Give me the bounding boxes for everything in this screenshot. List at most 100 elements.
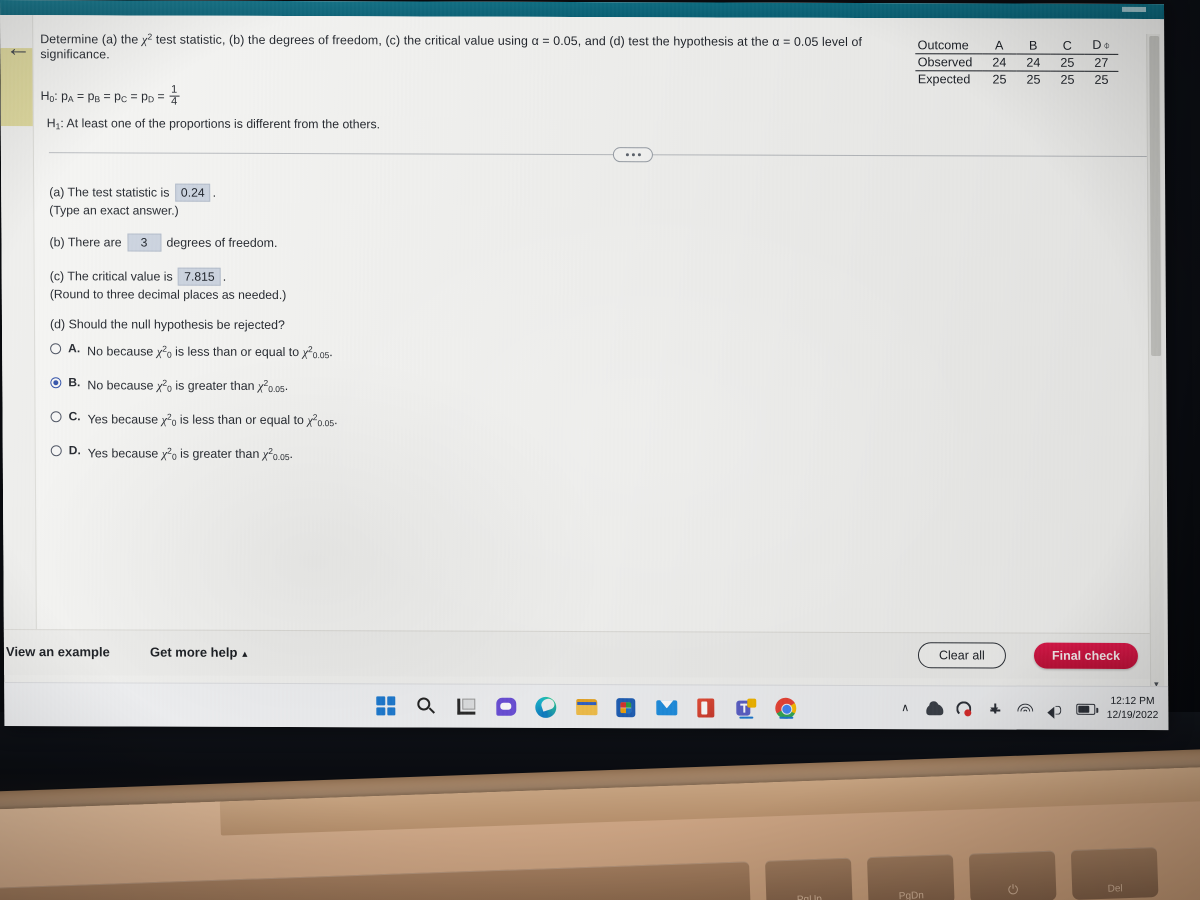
- section-divider: [48, 152, 1147, 158]
- clock-time: 12:12 PM: [1110, 695, 1155, 708]
- part-c-input[interactable]: 7.815: [178, 267, 221, 286]
- exercise-action-bar: View an example Get more help ▲ Clear all…: [3, 629, 1165, 680]
- mail-icon: [656, 700, 678, 716]
- store-icon: [616, 698, 636, 718]
- teams-button[interactable]: [734, 696, 758, 720]
- download-icon[interactable]: [987, 700, 1004, 717]
- edge-button[interactable]: [534, 695, 558, 719]
- part-a-line: (a) The test statistic is 0.24.: [49, 183, 217, 202]
- radio-b[interactable]: [50, 376, 62, 388]
- left-rail: [0, 15, 38, 661]
- part-a-note: (Type an exact answer.): [49, 203, 179, 218]
- task-view-button[interactable]: [454, 695, 478, 719]
- choice-d-text: Yes because χ20 is greater than χ20.05.: [87, 445, 294, 463]
- part-c-label: (c) The critical value is: [49, 269, 173, 284]
- radio-d[interactable]: [50, 444, 62, 456]
- key-pgdn[interactable]: PgDn: [866, 854, 955, 900]
- table-header-row: Outcome A B C D ⌽: [915, 36, 1119, 55]
- office-button[interactable]: [694, 695, 718, 719]
- choice-c-label: C.: [68, 409, 81, 424]
- chrome-active-indicator: [779, 716, 794, 719]
- choice-a-text: No because χ20 is less than or equal to …: [87, 343, 333, 361]
- part-d-question: (d) Should the null hypothesis be reject…: [49, 317, 285, 333]
- table-col-b: B: [1016, 36, 1051, 55]
- radio-c[interactable]: [50, 410, 62, 422]
- more-options-button[interactable]: [612, 147, 653, 163]
- expected-d: 25: [1094, 72, 1109, 87]
- choice-b-text: No because χ20 is greater than χ20.05.: [87, 377, 289, 395]
- observed-d: 27: [1084, 54, 1119, 72]
- start-button[interactable]: [374, 694, 398, 718]
- choice-a-label: A.: [68, 341, 81, 356]
- choice-option-b[interactable]: B. No because χ20 is greater than χ20.05…: [50, 375, 750, 395]
- teams-active-indicator: [739, 716, 754, 719]
- chat-icon: [496, 697, 517, 716]
- table-col-d: D ⌽: [1084, 36, 1119, 55]
- part-b-input[interactable]: 3: [126, 233, 162, 252]
- view-an-example-link[interactable]: View an example: [6, 644, 110, 659]
- get-more-help-link[interactable]: Get more help ▲: [150, 645, 249, 660]
- part-b-label: (b) There are: [49, 235, 122, 250]
- expected-a: 25: [992, 72, 1007, 87]
- system-tray: ∧ 12:12 PM 12/19/2022: [897, 686, 1159, 730]
- part-c-note: (Round to three decimal places as needed…: [49, 287, 287, 303]
- expected-b: 25: [1026, 72, 1041, 87]
- chrome-button[interactable]: [774, 696, 798, 720]
- key-pgup[interactable]: PgUp: [765, 857, 853, 900]
- radio-a[interactable]: [50, 342, 62, 354]
- part-c-line: (c) The critical value is 7.815.: [49, 267, 227, 286]
- laptop-screen: ← Determine (a) the χ2 test statistic, (…: [0, 0, 1169, 731]
- tray-expand-chevron-icon[interactable]: ∧: [897, 700, 914, 717]
- store-button[interactable]: [614, 695, 638, 719]
- choice-b-label: B.: [68, 375, 81, 390]
- wifi-icon[interactable]: [1017, 700, 1034, 717]
- teams-icon: [736, 698, 757, 718]
- taskbar-icon-group: [374, 684, 798, 729]
- choice-option-d[interactable]: D. Yes because χ20 is greater than χ20.0…: [50, 443, 751, 463]
- caret-up-icon: ▲: [240, 648, 250, 659]
- answer-section: (a) The test statistic is 0.24. (Type an…: [49, 183, 751, 481]
- battery-icon[interactable]: [1076, 700, 1096, 717]
- windows-logo-icon: [376, 696, 396, 716]
- clock-date: 12/19/2022: [1106, 709, 1159, 722]
- expected-c: 25: [1060, 72, 1075, 87]
- row-label-observed: Observed: [915, 53, 983, 71]
- office-icon: [697, 698, 715, 718]
- edge-icon: [535, 696, 557, 718]
- part-a-label: (a) The test statistic is: [49, 185, 170, 200]
- null-hypothesis: H0: pA = pB = pC = pD = 1 4: [40, 83, 180, 108]
- sync-icon[interactable]: [956, 700, 974, 717]
- vertical-scrollbar[interactable]: ▾: [1146, 34, 1165, 695]
- part-b-suffix: degrees of freedom.: [166, 235, 278, 250]
- clear-all-button[interactable]: Clear all: [917, 642, 1006, 669]
- row-label-expected: Expected: [917, 72, 971, 87]
- minimize-button[interactable]: [1121, 6, 1147, 13]
- fraction-one-fourth: 1 4: [169, 83, 180, 108]
- table-row-observed: Observed 24 24 25 27: [915, 53, 1119, 72]
- scrollbar-thumb[interactable]: [1149, 36, 1162, 357]
- question-prompt: Determine (a) the χ2 test statistic, (b)…: [40, 31, 863, 62]
- search-icon: [417, 697, 431, 711]
- volume-icon[interactable]: [1047, 700, 1064, 719]
- mail-button[interactable]: [654, 695, 678, 719]
- taskbar-search-button[interactable]: [414, 694, 438, 718]
- chat-button[interactable]: [494, 695, 518, 719]
- taskbar-clock[interactable]: 12:12 PM 12/19/2022: [1107, 695, 1159, 723]
- exercise-pane: ← Determine (a) the χ2 test statistic, (…: [0, 15, 1165, 695]
- choice-option-c[interactable]: C. Yes because χ20 is less than or equal…: [50, 409, 751, 429]
- observed-b: 24: [1016, 54, 1051, 72]
- table-corner-label: Outcome: [915, 36, 983, 54]
- laptop-photo: ← Determine (a) the χ2 test statistic, (…: [0, 0, 1200, 900]
- onedrive-cloud-icon[interactable]: [926, 700, 944, 717]
- back-arrow-icon[interactable]: ←: [2, 33, 34, 63]
- task-view-icon: [457, 698, 476, 715]
- choice-d-label: D.: [68, 443, 81, 458]
- file-explorer-button[interactable]: [574, 695, 598, 719]
- choice-option-a[interactable]: A. No because χ20 is less than or equal …: [50, 341, 750, 361]
- part-a-input[interactable]: 0.24: [174, 183, 211, 202]
- key-power[interactable]: ⏻: [968, 850, 1057, 900]
- observed-c: 25: [1050, 54, 1085, 72]
- key-del[interactable]: Del: [1070, 847, 1159, 900]
- final-check-button[interactable]: Final check: [1033, 642, 1139, 669]
- exercise-content: Determine (a) the χ2 test statistic, (b)…: [34, 15, 1151, 665]
